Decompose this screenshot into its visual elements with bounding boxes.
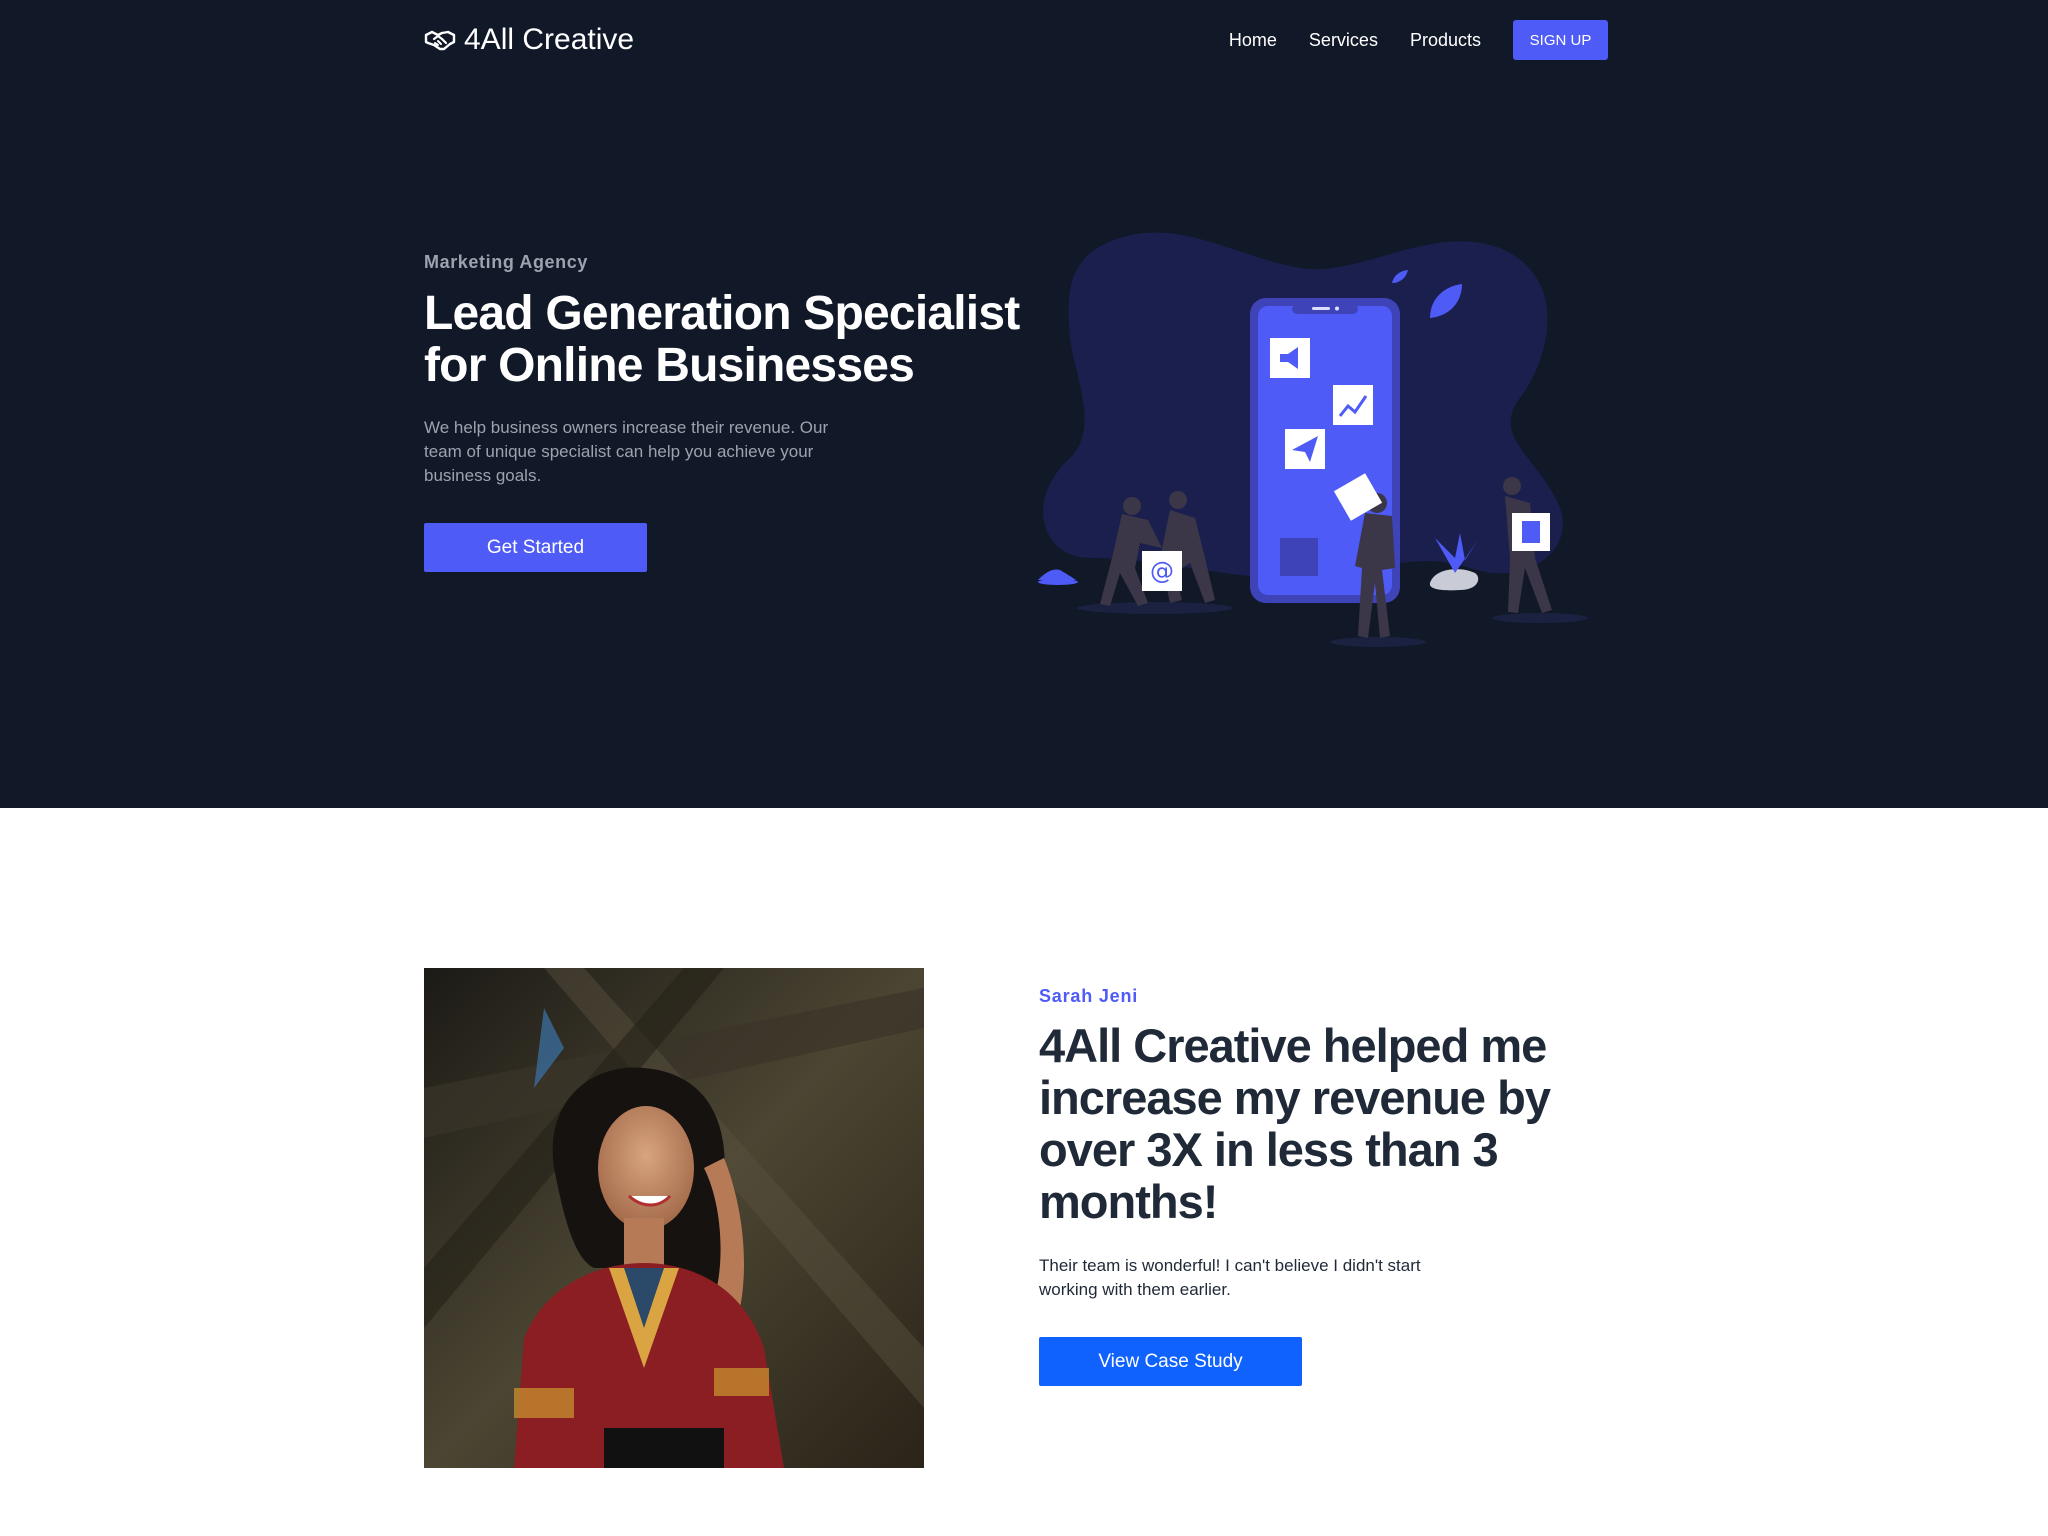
skirt-shape [604,1428,724,1468]
hero-section: 4All Creative Home Services Products SIG… [0,0,2048,808]
hero-description: We help business owners increase their r… [424,418,829,485]
phone-tile [1280,538,1318,576]
ground-shadow [1330,637,1426,647]
nav-link-services[interactable]: Services [1309,30,1378,51]
rock-shape [1429,569,1479,591]
signup-button[interactable]: SIGN UP [1513,20,1608,60]
at-sign-glyph: @ [1150,557,1174,585]
hero-title: Lead Generation Specialist for Online Bu… [424,287,1020,392]
ground-shadow [1492,613,1588,623]
testimonial-quote: 4All Creative helped me increase my reve… [1039,1019,1551,1228]
hero-illustration: @ [1038,232,1588,647]
hero-eyebrow: Marketing Agency [424,252,588,272]
sleeve-pattern [514,1388,574,1418]
sleeve-pattern [714,1368,769,1396]
testimonial-photo [424,968,924,1468]
get-started-button[interactable]: Get Started [424,523,647,572]
handshake-icon [424,30,456,51]
plant-base [1038,579,1078,585]
face-shape [598,1106,694,1230]
phone-speaker [1312,307,1330,310]
view-case-study-button[interactable]: View Case Study [1039,1337,1302,1386]
navbar: 4All Creative Home Services Products SIG… [424,20,1608,60]
nav-links: Home Services Products SIGN UP [1197,20,1608,60]
chart-icon [1333,385,1373,425]
customer-portrait-image [424,968,924,1468]
building-glyph [1522,521,1540,543]
brand-logo-link[interactable]: 4All Creative [424,23,634,57]
testimonial-text: Their team is wonderful! I can't believe… [1039,1256,1421,1299]
brand-name: 4All Creative [464,23,635,56]
nav-link-home[interactable]: Home [1229,30,1277,51]
phone-camera [1335,306,1339,311]
person-head [1169,491,1187,509]
nav-link-products[interactable]: Products [1410,30,1481,51]
testimonial-author: Sarah Jeni [1039,986,1139,1006]
person-head [1123,497,1141,515]
neck-shape [624,1218,664,1268]
plant-icon [1038,569,1076,580]
person-head [1503,477,1521,495]
